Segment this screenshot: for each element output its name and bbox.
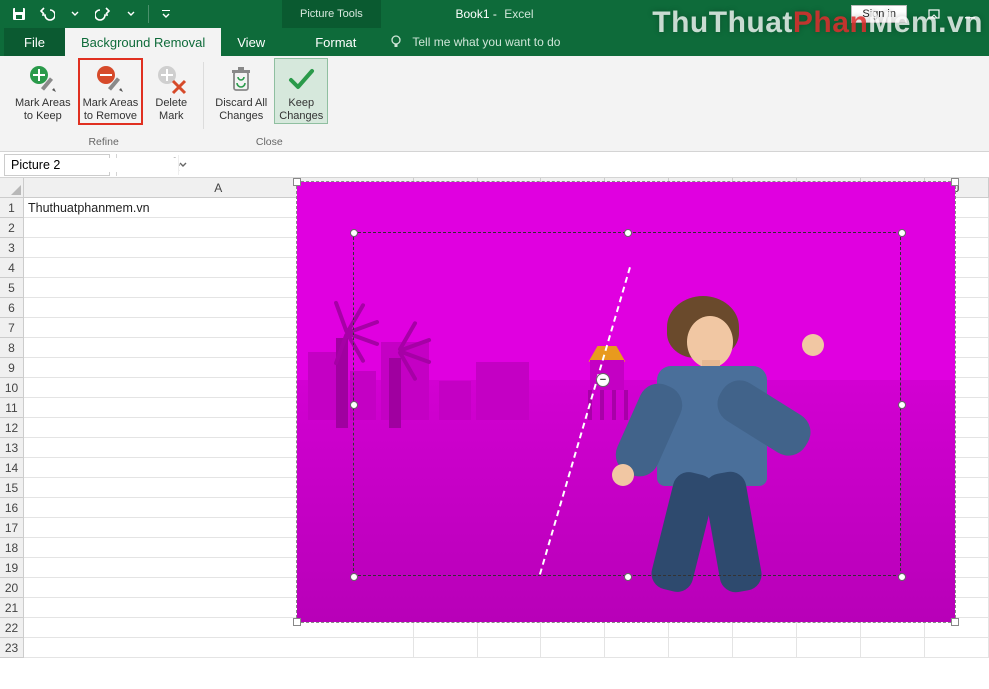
row-header[interactable]: 9	[0, 358, 24, 378]
picture-handle-se[interactable]	[951, 618, 959, 626]
tab-format[interactable]: Format	[299, 28, 372, 56]
app-name: Excel	[504, 7, 533, 21]
tell-me-search[interactable]: Tell me what you want to do	[388, 28, 560, 56]
window-title: Book1 - Excel	[455, 7, 533, 21]
row-header[interactable]: 1	[0, 198, 24, 218]
redo-button[interactable]	[90, 1, 116, 27]
row-header[interactable]: 2	[0, 218, 24, 238]
cell[interactable]	[797, 638, 861, 658]
recycle-bin-icon	[224, 62, 258, 96]
row-headers[interactable]: 1234567891011121314151617181920212223	[0, 198, 24, 658]
cell[interactable]	[605, 638, 669, 658]
cell[interactable]	[541, 638, 605, 658]
row-header[interactable]: 21	[0, 598, 24, 618]
sign-in-button[interactable]: Sign in	[851, 5, 907, 23]
row-header[interactable]: 23	[0, 638, 24, 658]
foreground-kept-region	[587, 296, 837, 622]
formula-bar-input[interactable]	[180, 154, 989, 176]
tell-me-placeholder: Tell me what you want to do	[412, 35, 560, 49]
cell[interactable]	[24, 638, 414, 658]
tab-background-removal[interactable]: Background Removal	[65, 28, 221, 56]
redo-dropdown[interactable]	[118, 1, 144, 27]
cell[interactable]	[669, 638, 733, 658]
ribbon-group-close: Discard All Changes Keep Changes Close	[204, 58, 334, 151]
row-header[interactable]: 19	[0, 558, 24, 578]
inserted-picture[interactable]: −	[296, 181, 956, 623]
quick-access-toolbar	[0, 1, 179, 27]
cell[interactable]	[733, 638, 797, 658]
ribbon-group-refine: Mark Areas to Keep Mark Areas to Remove …	[4, 58, 203, 151]
ribbon-group-label-close: Close	[256, 134, 283, 151]
row-header[interactable]: 6	[0, 298, 24, 318]
mark-areas-to-keep-button[interactable]: Mark Areas to Keep	[10, 58, 76, 125]
row-header[interactable]: 8	[0, 338, 24, 358]
picture-handle-ne[interactable]	[951, 178, 959, 186]
delete-mark-icon	[154, 62, 188, 96]
row-header[interactable]: 16	[0, 498, 24, 518]
spreadsheet-grid[interactable]: ABCDEFGHIJ 12345678910111213141516171819…	[0, 178, 989, 689]
name-box[interactable]	[4, 154, 110, 176]
row-header[interactable]: 7	[0, 318, 24, 338]
row-header[interactable]: 17	[0, 518, 24, 538]
mark-areas-to-remove-button[interactable]: Mark Areas to Remove	[78, 58, 144, 125]
tab-view[interactable]: View	[221, 28, 281, 56]
row-header[interactable]: 15	[0, 478, 24, 498]
name-box-dropdown[interactable]	[178, 155, 187, 175]
row-header[interactable]: 5	[0, 278, 24, 298]
plus-pencil-icon	[26, 62, 60, 96]
row-header[interactable]: 10	[0, 378, 24, 398]
minimize-button[interactable]	[953, 0, 987, 28]
minus-pencil-icon	[93, 62, 127, 96]
picture-scene	[297, 182, 955, 622]
picture-tools-context-label: Picture Tools	[282, 0, 381, 28]
cell[interactable]	[861, 638, 925, 658]
row-header[interactable]: 11	[0, 398, 24, 418]
title-bar: Picture Tools Book1 - Excel Sign in	[0, 0, 989, 28]
cell[interactable]	[478, 638, 542, 658]
discard-all-changes-button[interactable]: Discard All Changes	[210, 58, 272, 124]
ribbon-group-label-refine: Refine	[88, 134, 118, 151]
qat-customize-dropdown[interactable]	[153, 1, 179, 27]
ribbon: Mark Areas to Keep Mark Areas to Remove …	[0, 56, 989, 152]
row-header[interactable]: 20	[0, 578, 24, 598]
row-header[interactable]: 4	[0, 258, 24, 278]
cell[interactable]	[414, 638, 478, 658]
save-button[interactable]	[6, 1, 32, 27]
picture-handle-sw[interactable]	[293, 618, 301, 626]
checkmark-icon	[284, 62, 318, 96]
row-header[interactable]: 18	[0, 538, 24, 558]
name-box-input[interactable]	[5, 158, 178, 172]
row-header[interactable]: 3	[0, 238, 24, 258]
document-title: Book1	[455, 7, 489, 21]
removal-mark-node[interactable]: −	[596, 373, 610, 387]
delete-mark-button[interactable]: Delete Mark	[145, 58, 197, 125]
row-header[interactable]: 14	[0, 458, 24, 478]
cell[interactable]	[925, 638, 989, 658]
row-header[interactable]: 22	[0, 618, 24, 638]
formula-bar-row: fx	[0, 152, 989, 178]
tab-file[interactable]: File	[4, 28, 65, 56]
ribbon-tabs: File Background Removal View Format Tell…	[0, 28, 989, 56]
row-header[interactable]: 13	[0, 438, 24, 458]
picture-handle-nw[interactable]	[293, 178, 301, 186]
lightbulb-icon	[388, 34, 404, 50]
ribbon-display-options[interactable]	[917, 0, 951, 28]
undo-button[interactable]	[34, 1, 60, 27]
row-header[interactable]: 12	[0, 418, 24, 438]
undo-dropdown[interactable]	[62, 1, 88, 27]
keep-changes-button[interactable]: Keep Changes	[274, 58, 328, 124]
select-all-button[interactable]	[0, 178, 24, 198]
